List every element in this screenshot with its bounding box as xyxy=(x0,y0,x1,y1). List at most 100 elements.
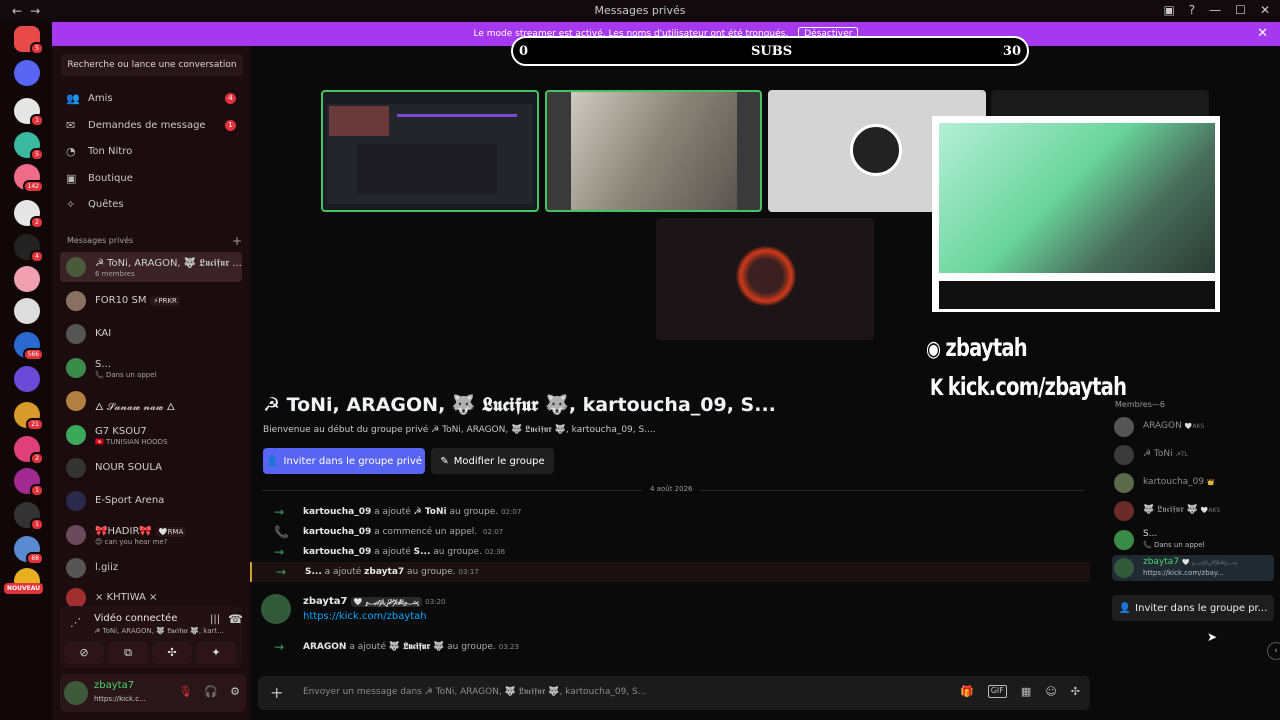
dm-item[interactable]: S... 📞 Dans un appel xyxy=(60,353,242,383)
attach-plus-icon[interactable]: + xyxy=(270,683,283,702)
avatar[interactable] xyxy=(64,681,88,705)
nav-nitro[interactable]: ◔ Ton Nitro xyxy=(66,140,236,162)
dm-item[interactable]: 🎀HADIR🎀 🤍RMA 😊 can you hear me? xyxy=(60,520,242,550)
server-icon[interactable]: 1 xyxy=(14,468,44,497)
dm-item[interactable]: FOR10 SM ⚡PRKR xyxy=(60,286,242,316)
screen-share-button[interactable]: ⧉ xyxy=(108,642,148,664)
member-item[interactable]: kartoucha_09 👑 xyxy=(1112,470,1274,496)
noise-suppression-icon[interactable]: ||| xyxy=(210,614,220,625)
help-icon[interactable]: ? xyxy=(1189,3,1195,17)
event-target[interactable]: 🐺 𝕷𝖚𝖈𝖎𝖋𝖚𝖗 🐺 xyxy=(389,642,444,652)
member-item[interactable]: ARAGON 🤍AKS xyxy=(1112,414,1274,440)
system-message: 📞 kartoucha_09 a commencé un appel. 02:07 xyxy=(250,522,1090,542)
collapse-panel-icon[interactable]: ‹ xyxy=(1267,642,1280,660)
server-icon[interactable] xyxy=(14,60,40,86)
server-icon[interactable]: 566 xyxy=(14,332,44,361)
server-icon[interactable] xyxy=(14,366,40,392)
nav-shop[interactable]: ▣ Boutique xyxy=(66,167,236,189)
dm-name: E-Sport Arena xyxy=(95,495,164,506)
dm-item[interactable]: ☭ ToNi, ARAGON, 🐺 𝕷𝖚𝖈𝖎𝖋𝖚𝖗 ... 6 membres xyxy=(60,252,242,282)
event-actor[interactable]: kartoucha_09 xyxy=(303,527,371,537)
nav-quests[interactable]: ✧ Quêtes xyxy=(66,193,236,215)
dm-subtitle: 📞 Dans un appel xyxy=(95,371,157,379)
event-target[interactable]: S... xyxy=(414,547,431,557)
close-window-button[interactable]: ✕ xyxy=(1260,3,1270,17)
dm-item[interactable]: G7 KSOU7 🇹🇳 TUNISIAN HOODS xyxy=(60,420,242,450)
server-icon[interactable]: 21 xyxy=(14,402,44,431)
guild-tag: 🤍RMA xyxy=(155,527,187,537)
search-input[interactable]: Recherche ou lance une conversation xyxy=(61,54,243,76)
message-author[interactable]: zbayta7 xyxy=(303,596,347,607)
server-icon[interactable] xyxy=(14,266,40,292)
avatar[interactable] xyxy=(261,594,291,624)
event-actor[interactable]: kartoucha_09 xyxy=(303,507,371,517)
microphone-muted-icon[interactable]: 🎙 xyxy=(178,685,192,698)
headphones-icon[interactable]: 🎧 xyxy=(204,685,218,698)
member-item[interactable]: S... 📞 Dans un appel xyxy=(1112,527,1274,553)
inbox-icon[interactable]: ▣ xyxy=(1163,3,1174,17)
video-tile-webcam[interactable] xyxy=(545,90,762,212)
server-icon[interactable]: 1 xyxy=(14,502,44,531)
create-dm-icon[interactable]: + xyxy=(232,234,242,248)
event-target[interactable]: zbayta7 xyxy=(364,567,404,577)
dm-subtitle: 🇹🇳 TUNISIAN HOODS xyxy=(95,438,168,446)
activities-button[interactable]: ✣ xyxy=(152,642,192,664)
server-icon[interactable]: 4 xyxy=(14,234,44,263)
message-link[interactable]: https://kick.com/zbaytah xyxy=(303,611,427,622)
camera-off-button[interactable]: ⊘ xyxy=(64,642,104,664)
edit-group-button[interactable]: ✎ Modifier le groupe xyxy=(431,448,554,474)
server-icon[interactable]: 5 xyxy=(14,26,44,55)
event-actor[interactable]: kartoucha_09 xyxy=(303,547,371,557)
dm-name-text: 🜂 𝓢𝓪𝓷𝓪𝔀 𝓷𝓪𝔀 🜂 xyxy=(95,402,176,413)
server-icon[interactable] xyxy=(14,298,40,324)
video-tile-screen-share[interactable] xyxy=(321,90,539,212)
maximize-button[interactable]: ☐ xyxy=(1235,3,1246,17)
dm-item[interactable]: E-Sport Arena xyxy=(60,486,242,516)
avatar xyxy=(66,491,86,511)
dm-item[interactable]: KAI xyxy=(60,319,242,349)
discord-handle-text: zbaytah xyxy=(945,333,1027,362)
dm-item[interactable]: l.giiz xyxy=(60,553,242,583)
member-name-text: zbayta7 xyxy=(1143,557,1180,567)
member-list-header: Membres—6 xyxy=(1115,400,1165,409)
avatar xyxy=(66,358,86,378)
nav-message-requests[interactable]: ✉ Demandes de message 1 xyxy=(66,114,236,136)
member-item[interactable]: ☭ ToNi ☭TL xyxy=(1112,442,1274,468)
dm-subtitle: 😊 can you hear me? xyxy=(95,538,168,546)
server-icon[interactable]: 1 xyxy=(14,98,44,127)
server-icon[interactable]: 2 xyxy=(14,436,44,465)
nav-friends[interactable]: 👥 Amis 4 xyxy=(66,87,236,109)
video-tile-avatar-2[interactable] xyxy=(656,218,874,340)
member-item[interactable]: zbayta7 🤍 ﷽ https://kick.com/zbay... xyxy=(1112,555,1274,581)
gif-icon[interactable]: GIF xyxy=(987,685,1007,698)
gift-icon[interactable]: 🎁 xyxy=(960,685,974,698)
invite-to-group-button[interactable]: 👤 Inviter dans le groupe pr... xyxy=(1112,595,1274,621)
signal-icon[interactable]: ⋰ xyxy=(70,616,81,629)
invite-group-button[interactable]: 👤 Inviter dans le groupe privé xyxy=(263,448,425,474)
server-icon[interactable]: 5 xyxy=(14,132,44,161)
avatar xyxy=(66,291,86,311)
event-actor[interactable]: ARAGON xyxy=(303,642,346,652)
emoji-icon[interactable]: ☺ xyxy=(1045,685,1056,698)
server-icon[interactable]: 142 xyxy=(14,164,44,193)
invite-button-label: Inviter dans le groupe privé xyxy=(283,455,422,467)
voice-channel-name[interactable]: ☭ ToNi, ARAGON, 🐺 𝕷𝖚𝖈𝖎𝖋𝖚𝖗 🐺, kart... xyxy=(94,627,224,636)
apps-icon[interactable]: ✣ xyxy=(1071,685,1080,698)
minimize-button[interactable]: — xyxy=(1209,3,1221,17)
sticker-icon[interactable]: ▦ xyxy=(1021,685,1031,698)
message-input[interactable]: Envoyer un message dans ☭ ToNi, ARAGON, … xyxy=(303,687,646,697)
disconnect-icon[interactable]: ☎ xyxy=(228,612,243,626)
dm-item[interactable]: 🜂 𝓢𝓪𝓷𝓪𝔀 𝓷𝓪𝔀 🜂 xyxy=(60,386,242,416)
server-icon[interactable]: 68 xyxy=(14,536,44,565)
dm-item[interactable]: NOUR SOULA xyxy=(60,453,242,483)
event-actor[interactable]: S... xyxy=(305,567,322,577)
close-icon[interactable]: ✕ xyxy=(1257,26,1268,41)
nav-label: Boutique xyxy=(88,172,133,184)
soundboard-button[interactable]: ✦ xyxy=(196,642,236,664)
username[interactable]: zbayta7 xyxy=(94,680,134,691)
guild-tag: 🤍 ﷽ xyxy=(350,597,422,607)
event-target[interactable]: ☭ ToNi xyxy=(414,507,447,517)
member-item[interactable]: 🐺 𝕷𝖚𝖈𝖎𝖋𝖚𝖗 🐺 🤍AKS xyxy=(1112,498,1274,524)
settings-gear-icon[interactable]: ⚙ xyxy=(230,685,240,698)
server-icon[interactable]: 2 xyxy=(14,200,44,229)
